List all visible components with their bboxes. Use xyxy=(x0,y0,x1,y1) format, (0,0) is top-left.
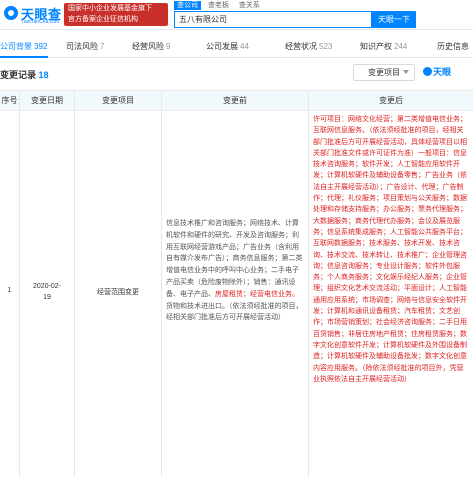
logo-subtext: TianYanCha.com xyxy=(21,19,60,25)
search-button[interactable]: 天眼一下 xyxy=(372,11,416,28)
top-header: 天眼查 TianYanCha.com 国家中小企业发展基金旗下 官方备案企业征信… xyxy=(0,0,473,30)
search-tab-boss[interactable]: 查老板 xyxy=(205,1,232,10)
banner-line-1: 国家中小企业发展基金旗下 xyxy=(68,5,152,12)
eye-logo-icon xyxy=(4,6,18,20)
tab-label: 公司背景 xyxy=(0,42,32,51)
tab-operating-risk[interactable]: 经营风险 9 xyxy=(132,41,170,52)
tab-history[interactable]: 历史信息 xyxy=(437,41,471,52)
tab-count: 9 xyxy=(166,42,171,51)
header-after: 变更后 xyxy=(309,91,473,111)
change-item-filter-dropdown[interactable]: 变更项目 xyxy=(353,64,415,81)
section-title-label: 变更记录 xyxy=(0,70,37,80)
promo-banner[interactable]: 国家中小企业发展基金旗下 官方备案企业征信机构 xyxy=(64,3,168,26)
tab-count: 244 xyxy=(394,42,408,51)
watermark-logo: 天眼 xyxy=(423,65,451,78)
section-count: 18 xyxy=(38,70,49,80)
header-date: 变更日期 xyxy=(20,91,75,111)
section-nav: 公司背景 392 司法风险 7 经营风险 9 公司发展 44 经营状况 523 知识产权 2… xyxy=(0,34,473,58)
before-text-tail: 货物和技术进出口。（依法须经批准的项目，经相关部门批准后方可开展经营活动） xyxy=(166,302,303,322)
tab-company-development[interactable]: 公司发展 44 xyxy=(206,41,249,52)
cell-before: 信息技术推广和咨询服务；网络技术、计算机软件和硬件的研究、开发及咨询服务；利用互… xyxy=(162,111,309,477)
search-tab-relation[interactable]: 查关系 xyxy=(236,1,263,10)
filter-label: 变更项目 xyxy=(368,68,400,77)
cell-after: 许可项目：网络文化经营；第二类增值电信业务；互联网信息服务。（依法须经批准的项目… xyxy=(309,111,473,477)
tab-label: 司法风险 xyxy=(66,42,98,51)
watermark-text: 天眼 xyxy=(433,67,452,77)
search-input[interactable]: 五八有限公司 xyxy=(174,11,372,28)
eye-logo-icon xyxy=(423,67,432,76)
tab-count: 523 xyxy=(319,42,333,51)
tab-count: 7 xyxy=(100,42,105,51)
tab-label: 知识产权 xyxy=(360,42,392,51)
search-tab-company[interactable]: 查公司 xyxy=(174,1,201,10)
header-index: 序号 xyxy=(0,91,20,111)
site-logo[interactable]: 天眼查 TianYanCha.com xyxy=(4,3,61,27)
tab-label: 公司发展 xyxy=(206,42,238,51)
banner-line-2: 官方备案企业征信机构 xyxy=(68,16,138,23)
tab-intellectual-property[interactable]: 知识产权 244 xyxy=(360,41,407,52)
tab-label: 历史信息 xyxy=(437,42,469,51)
chevron-down-icon xyxy=(403,70,409,74)
before-text: 信息技术推广和咨询服务；网络技术、计算机软件和硬件的研究、开发及咨询服务；利用互… xyxy=(166,220,303,298)
search-type-tabs: 查公司 查老板 查关系 xyxy=(174,1,265,10)
after-text: 许可项目：网络文化经营；第二类增值电信业务；互联网信息服务。（依法须经批准的项目… xyxy=(313,116,467,383)
section-title: 变更记录 18 xyxy=(0,68,49,81)
tab-label: 经营状况 xyxy=(285,42,317,51)
tab-label: 经营风险 xyxy=(132,42,164,51)
cell-date: 2020-02- 19 xyxy=(20,111,75,477)
date-line-1: 2020-02- xyxy=(32,283,62,290)
tab-count: 44 xyxy=(240,42,249,51)
cell-change-item: 经营范围变更 xyxy=(75,111,162,477)
tab-count: 392 xyxy=(34,42,48,51)
tab-judicial-risk[interactable]: 司法风险 7 xyxy=(66,41,104,52)
header-item: 变更项目 xyxy=(75,91,162,111)
tab-company-background[interactable]: 公司背景 392 xyxy=(0,41,47,52)
date-line-2: 19 xyxy=(43,294,51,301)
before-highlight: 房屋租赁；经营电信业务。 xyxy=(215,290,299,298)
change-record-table: 序号 变更日期 变更项目 变更前 变更后 1 2020-02- 19 经营范围变… xyxy=(0,90,473,477)
tab-operating-status[interactable]: 经营状况 523 xyxy=(285,41,332,52)
active-tab-underline xyxy=(0,56,48,58)
cell-index: 1 xyxy=(0,111,20,477)
header-before: 变更前 xyxy=(162,91,309,111)
